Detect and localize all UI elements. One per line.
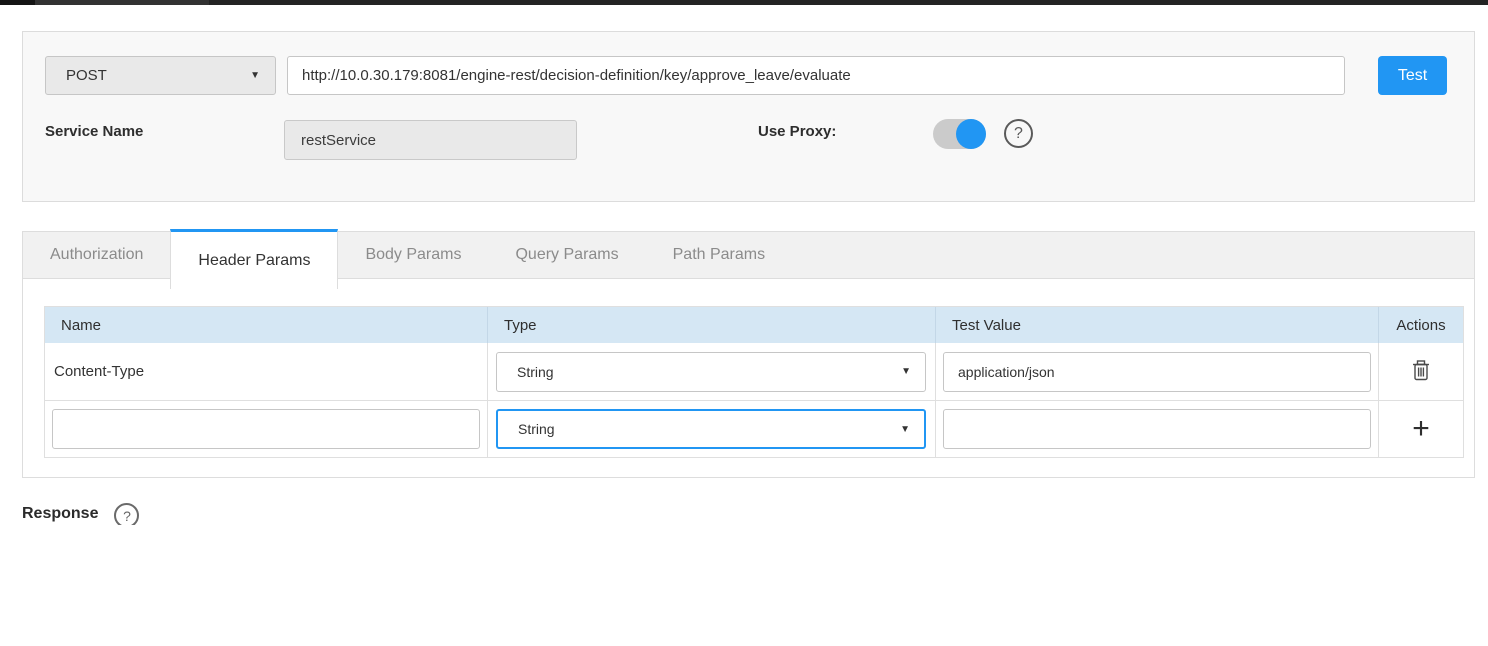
param-type-select-focused[interactable]: String ▼ [496, 409, 926, 449]
param-type-value: String [518, 421, 555, 437]
window-top-bar [0, 0, 1488, 5]
table-row: String ▼ + [45, 400, 1463, 457]
proxy-help-icon[interactable]: ? [1004, 119, 1033, 148]
http-method-value: POST [66, 67, 107, 84]
toggle-thumb [956, 119, 986, 149]
header-params-panel: Name Type Test Value Actions Content-Typ… [22, 278, 1475, 478]
request-url-input[interactable] [287, 56, 1345, 95]
column-header-test-value: Test Value [936, 307, 1379, 343]
column-header-type: Type [488, 307, 936, 343]
response-help-icon[interactable]: ? [114, 503, 139, 525]
use-proxy-toggle[interactable] [933, 119, 986, 149]
column-header-name: Name [45, 307, 488, 343]
service-name-label: Service Name [45, 123, 143, 140]
test-button[interactable]: Test [1378, 56, 1447, 95]
table-row: Content-Type String ▼ [45, 343, 1463, 400]
trash-icon [1411, 359, 1431, 385]
params-table: Name Type Test Value Actions Content-Typ… [44, 306, 1464, 458]
tab-path-params[interactable]: Path Params [646, 232, 792, 278]
window-top-bar-segment [0, 0, 35, 5]
param-name-input[interactable] [52, 409, 480, 449]
chevron-down-icon: ▼ [901, 366, 911, 377]
tab-body-params[interactable]: Body Params [338, 232, 488, 278]
tab-query-params[interactable]: Query Params [488, 232, 645, 278]
tab-header-params[interactable]: Header Params [170, 229, 338, 289]
param-test-value-input[interactable] [943, 352, 1371, 392]
param-type-value: String [517, 364, 554, 380]
chevron-down-icon: ▼ [900, 424, 910, 435]
add-row-button[interactable]: + [1412, 414, 1430, 444]
table-header-row: Name Type Test Value Actions [45, 307, 1463, 343]
param-test-value-input[interactable] [943, 409, 1371, 449]
params-tab-bar: Authorization Header Params Body Params … [22, 231, 1475, 278]
window-top-bar-segment [35, 0, 209, 5]
use-proxy-label: Use Proxy: [758, 123, 836, 140]
delete-row-button[interactable] [1411, 359, 1431, 385]
request-config-panel: POST ▼ Test Service Name Use Proxy: ? [22, 31, 1475, 202]
response-label: Response [22, 503, 98, 523]
param-name-text: Content-Type [45, 363, 144, 380]
param-type-select[interactable]: String ▼ [496, 352, 926, 392]
response-section: Response ? [22, 503, 139, 525]
column-header-actions: Actions [1379, 307, 1463, 343]
tab-authorization[interactable]: Authorization [23, 232, 170, 278]
http-method-select[interactable]: POST ▼ [45, 56, 276, 95]
service-name-input[interactable] [284, 120, 577, 160]
chevron-down-icon: ▼ [250, 70, 260, 81]
plus-icon: + [1412, 414, 1430, 444]
